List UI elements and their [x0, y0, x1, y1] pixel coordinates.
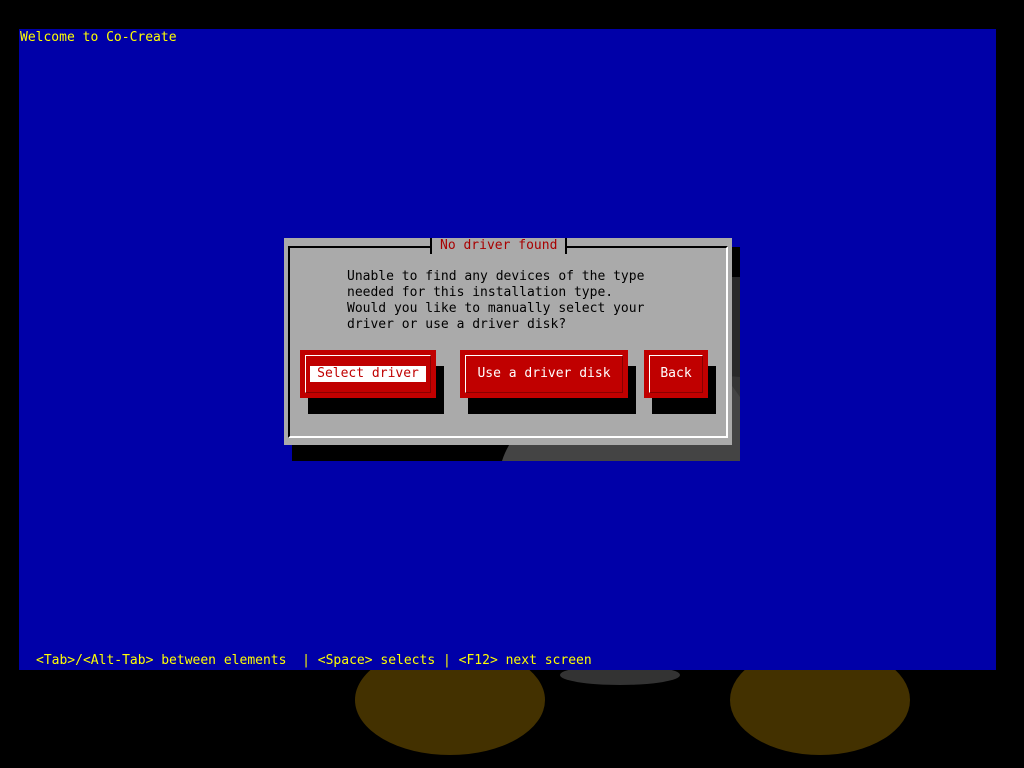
back-button[interactable]: Back: [644, 350, 708, 398]
keyboard-help-line: <Tab>/<Alt-Tab> between elements | <Spac…: [36, 653, 592, 668]
select-driver-button[interactable]: Select driver: [300, 350, 436, 398]
use-driver-disk-button[interactable]: Use a driver disk: [460, 350, 628, 398]
back-label: Back: [660, 366, 692, 381]
screen-title: Welcome to Co-Create: [20, 30, 177, 45]
dialog-message: Unable to find any devices of the type n…: [347, 269, 645, 332]
dialog-title: No driver found: [430, 238, 568, 254]
driver-disk-label: Use a driver disk: [477, 366, 611, 381]
select-driver-label: Select driver: [310, 366, 426, 382]
